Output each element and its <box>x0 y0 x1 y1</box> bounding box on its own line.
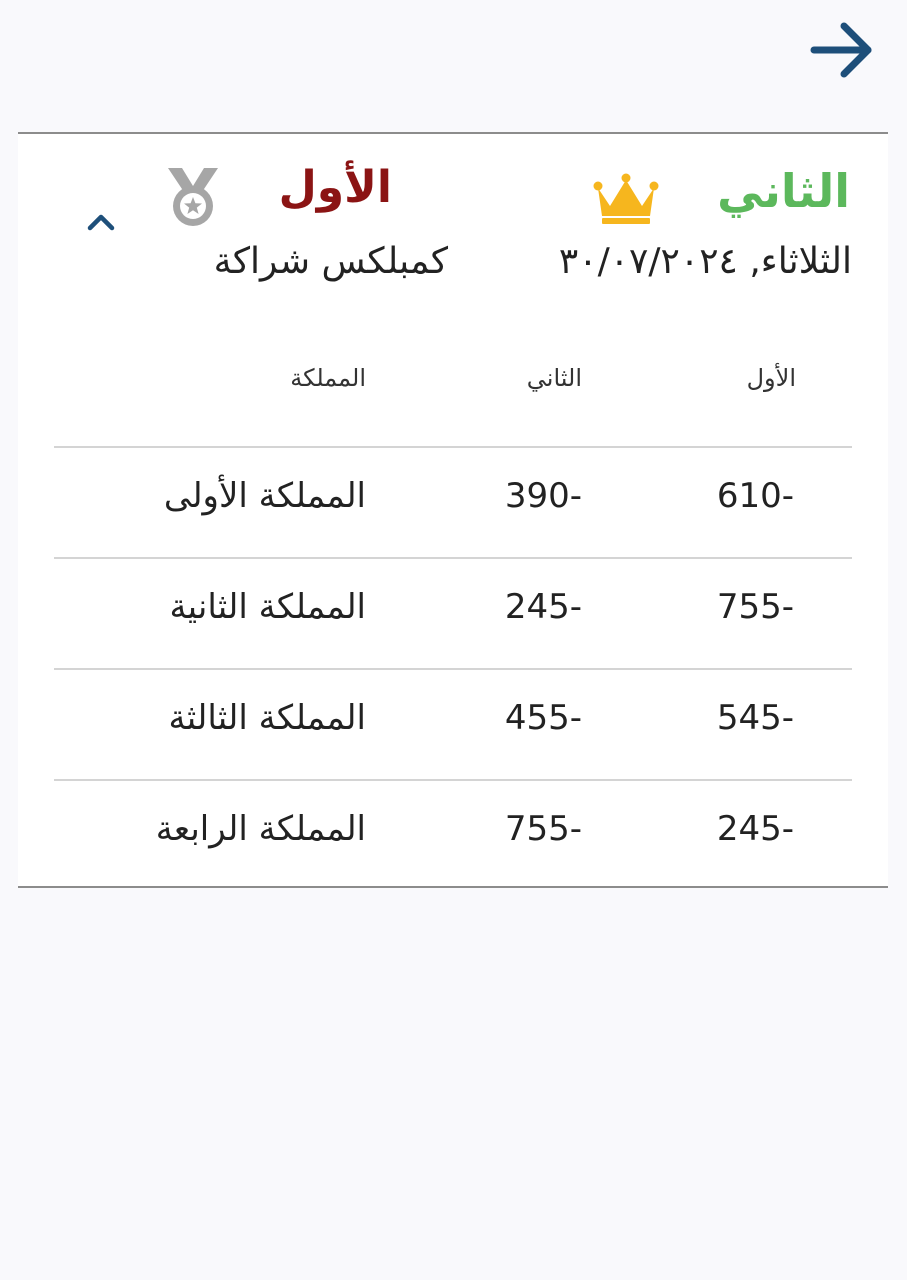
score-first: 755- <box>716 587 794 627</box>
table-row: 245- 755- المملكة الرابعة <box>54 779 852 890</box>
column-header-second: الثاني <box>526 364 582 392</box>
crown-icon <box>593 173 659 224</box>
arrow-right-icon <box>810 22 872 78</box>
score-second: 245- <box>504 587 582 627</box>
silver-medal-icon <box>168 168 218 226</box>
table-row: 755- 245- المملكة الثانية <box>54 557 852 668</box>
chevron-up-icon[interactable] <box>84 208 118 236</box>
kingdom-name: المملكة الأولى <box>163 476 366 516</box>
back-button[interactable] <box>808 18 878 82</box>
column-header-kingdom: المملكة <box>290 364 366 392</box>
score-first: 545- <box>716 698 794 738</box>
loser-team-name: الأول <box>278 162 392 213</box>
score-second: 455- <box>504 698 582 738</box>
match-date: الثلاثاء, ٣٠/٠٧/٢٠٢٤ <box>558 241 852 282</box>
match-card: الثاني الأول الثلاثاء, ٣٠/٠٧/٢٠٢٤ كمبلكس… <box>18 132 888 888</box>
table-row: 545- 455- المملكة الثالثة <box>54 668 852 779</box>
scores-table: 610- 390- المملكة الأولى 755- 245- الممل… <box>54 446 852 890</box>
winner-team-name: الثاني <box>717 164 850 218</box>
kingdom-name: المملكة الثالثة <box>168 698 366 738</box>
score-first: 245- <box>716 809 794 849</box>
score-second: 390- <box>504 476 582 516</box>
score-second: 755- <box>504 809 582 849</box>
kingdom-name: المملكة الرابعة <box>155 809 366 849</box>
score-first: 610- <box>716 476 794 516</box>
match-venue: كمبلكس شراكة <box>213 241 448 282</box>
column-header-first: الأول <box>746 364 796 392</box>
table-row: 610- 390- المملكة الأولى <box>54 446 852 557</box>
kingdom-name: المملكة الثانية <box>169 587 366 627</box>
